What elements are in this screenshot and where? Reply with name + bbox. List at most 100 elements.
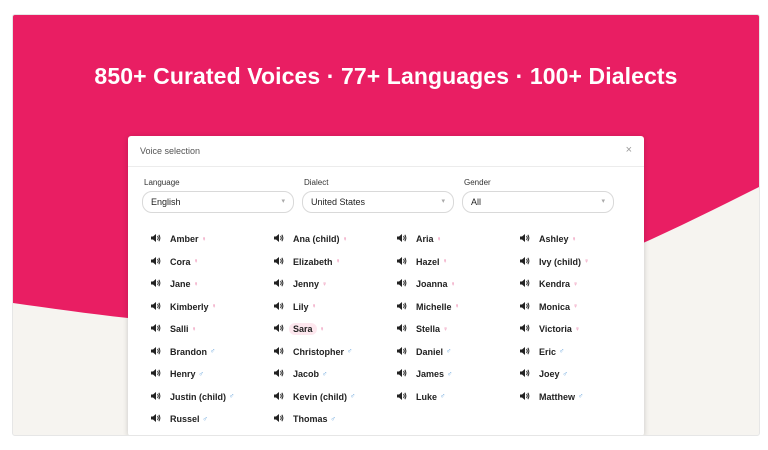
- male-symbol-icon: ♂: [446, 348, 452, 355]
- voice-item[interactable]: Thomas ♂: [273, 412, 336, 426]
- voice-item[interactable]: Salli ♀: [150, 322, 197, 336]
- speaker-icon[interactable]: [396, 368, 410, 380]
- speaker-icon[interactable]: [273, 391, 287, 403]
- speaker-icon[interactable]: [396, 346, 410, 358]
- voice-item[interactable]: James ♂: [396, 367, 452, 381]
- male-symbol-icon: ♂: [210, 348, 216, 355]
- voice-item[interactable]: Daniel ♂: [396, 345, 451, 359]
- speaker-icon[interactable]: [273, 256, 287, 268]
- speaker-icon[interactable]: [519, 368, 533, 380]
- speaker-icon[interactable]: [519, 233, 533, 245]
- voice-item[interactable]: Jane ♀: [150, 277, 199, 291]
- voice-name: Hazel: [416, 256, 440, 267]
- female-symbol-icon: ♀: [454, 303, 460, 310]
- speaker-icon[interactable]: [519, 278, 533, 290]
- voice-item[interactable]: Hazel ♀: [396, 255, 448, 269]
- language-label: Language: [144, 178, 180, 187]
- female-symbol-icon: ♀: [193, 258, 199, 265]
- voice-item[interactable]: Jacob ♂: [273, 367, 327, 381]
- voice-item[interactable]: Kevin (child) ♂: [273, 390, 355, 404]
- voice-name: Henry: [170, 369, 196, 379]
- male-symbol-icon: ♂: [330, 415, 336, 423]
- gender-filter: Gender All ▾: [462, 178, 614, 213]
- voice-item[interactable]: Ivy (child) ♀: [519, 255, 589, 269]
- voice-item[interactable]: Joanna ♀: [396, 277, 456, 291]
- voice-item[interactable]: Jenny ♀: [273, 277, 327, 291]
- female-symbol-icon: ♀: [342, 235, 348, 243]
- voice-item[interactable]: Justin (child) ♂: [150, 390, 234, 404]
- male-symbol-icon: ♂: [347, 348, 353, 355]
- voice-item[interactable]: Victoria ♀: [519, 322, 580, 336]
- speaker-icon[interactable]: [273, 323, 287, 335]
- speaker-icon[interactable]: [150, 301, 164, 313]
- speaker-icon[interactable]: [273, 278, 287, 290]
- voice-item[interactable]: Kendra ♀: [519, 277, 578, 291]
- dialect-select[interactable]: United States ▾: [302, 191, 454, 213]
- female-symbol-icon: ♀: [450, 280, 456, 288]
- speaker-icon[interactable]: [396, 278, 410, 290]
- female-symbol-icon: ♀: [571, 235, 577, 243]
- voice-name: Joanna: [416, 279, 448, 289]
- voice-name: Jenny: [293, 279, 320, 289]
- voice-item[interactable]: Joey ♂: [519, 367, 568, 381]
- dialect-value: United States: [311, 197, 366, 207]
- voice-item[interactable]: Christopher ♂: [273, 345, 352, 359]
- speaker-icon[interactable]: [519, 346, 533, 358]
- speaker-icon[interactable]: [519, 301, 533, 313]
- voice-item[interactable]: Stella ♀: [396, 322, 448, 336]
- speaker-icon[interactable]: [273, 301, 287, 313]
- speaker-icon[interactable]: [396, 256, 410, 268]
- male-symbol-icon: ♂: [559, 348, 565, 355]
- speaker-icon[interactable]: [396, 233, 410, 245]
- speaker-icon[interactable]: [396, 323, 410, 335]
- speaker-icon[interactable]: [150, 368, 164, 380]
- speaker-icon[interactable]: [273, 368, 287, 380]
- close-icon[interactable]: ×: [626, 144, 632, 156]
- speaker-icon[interactable]: [150, 346, 164, 358]
- voice-name: Victoria: [539, 324, 572, 334]
- dialect-label: Dialect: [304, 178, 329, 187]
- speaker-icon[interactable]: [150, 413, 164, 425]
- female-symbol-icon: ♀: [335, 258, 341, 265]
- speaker-icon[interactable]: [150, 278, 164, 290]
- speaker-icon[interactable]: [273, 413, 287, 425]
- voice-item[interactable]: Russel ♂: [150, 412, 208, 426]
- speaker-icon[interactable]: [150, 233, 164, 245]
- voice-item[interactable]: Aria ♀: [396, 232, 442, 246]
- voice-item[interactable]: Kimberly ♀: [150, 300, 217, 314]
- voice-item[interactable]: Lily ♀: [273, 300, 317, 314]
- voice-name: Jacob: [293, 369, 320, 379]
- voice-name: Brandon: [170, 346, 207, 357]
- language-select[interactable]: English ▾: [142, 191, 294, 213]
- gender-label: Gender: [464, 178, 491, 187]
- gender-select[interactable]: All ▾: [462, 191, 614, 213]
- voice-item[interactable]: Matthew ♂: [519, 390, 583, 404]
- speaker-icon[interactable]: [519, 256, 533, 268]
- speaker-icon[interactable]: [150, 256, 164, 268]
- voice-item[interactable]: Eric ♂: [519, 345, 564, 359]
- voice-item[interactable]: Ana (child) ♀: [273, 232, 348, 246]
- speaker-icon[interactable]: [519, 391, 533, 403]
- dialog-title: Voice selection: [140, 146, 201, 156]
- voice-item[interactable]: Brandon ♂: [150, 345, 215, 359]
- female-symbol-icon: ♀: [322, 280, 328, 288]
- speaker-icon[interactable]: [396, 301, 410, 313]
- speaker-icon[interactable]: [150, 323, 164, 335]
- voice-item[interactable]: Cora ♀: [150, 255, 199, 269]
- voice-item[interactable]: Amber ♀: [150, 232, 207, 246]
- speaker-icon[interactable]: [273, 233, 287, 245]
- voice-item[interactable]: Sara ♀: [273, 322, 325, 336]
- voice-item[interactable]: Monica ♀: [519, 300, 578, 314]
- female-symbol-icon: ♀: [201, 235, 207, 243]
- voice-name: Michelle: [416, 301, 452, 312]
- speaker-icon[interactable]: [519, 323, 533, 335]
- voice-item[interactable]: Ashley ♀: [519, 232, 577, 246]
- voice-item[interactable]: Michelle ♀: [396, 300, 460, 314]
- voice-item[interactable]: Luke ♂: [396, 390, 445, 404]
- voice-item[interactable]: Henry ♂: [150, 367, 204, 381]
- female-symbol-icon: ♀: [443, 325, 449, 333]
- speaker-icon[interactable]: [150, 391, 164, 403]
- voice-item[interactable]: Elizabeth ♀: [273, 255, 341, 269]
- speaker-icon[interactable]: [396, 391, 410, 403]
- speaker-icon[interactable]: [273, 346, 287, 358]
